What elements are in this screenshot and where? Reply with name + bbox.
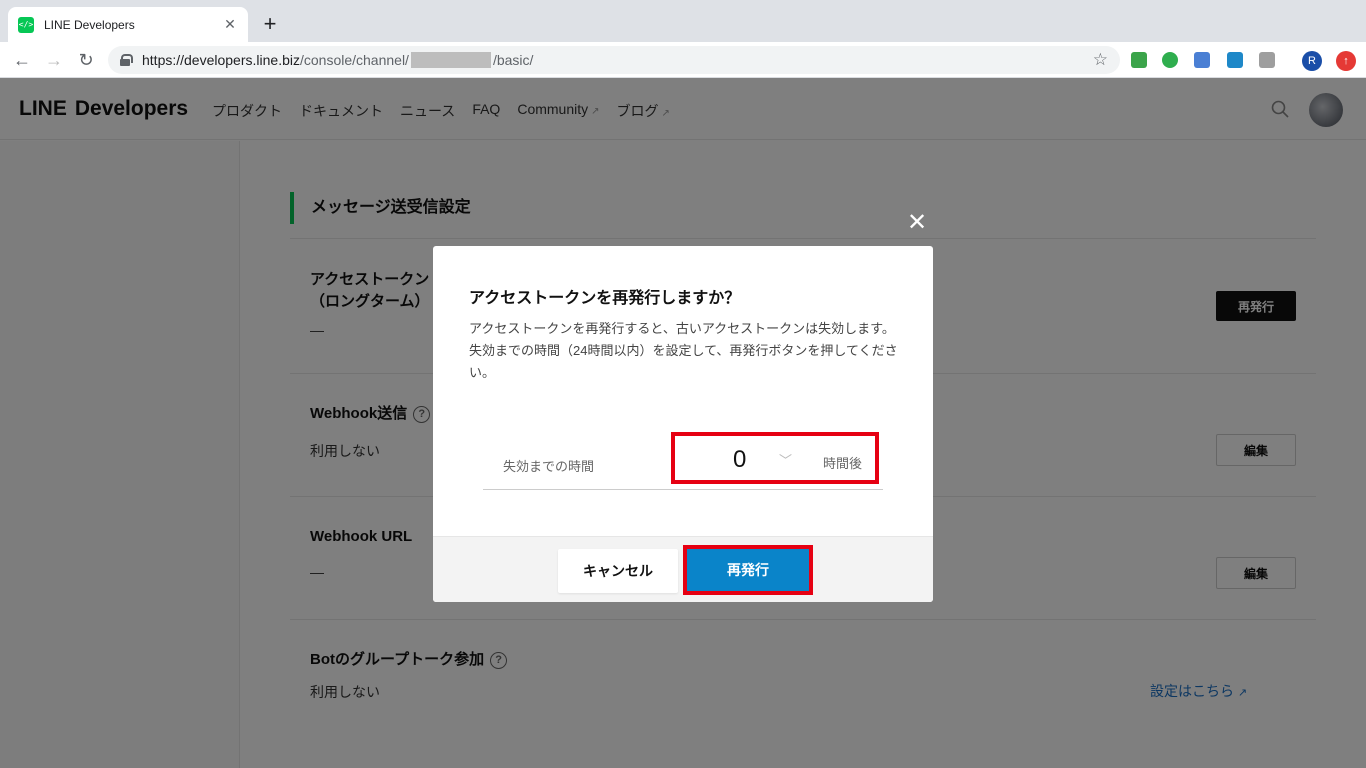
reissue-button[interactable]: 再発行 — [687, 549, 809, 591]
address-bar[interactable]: https://developers.line.biz/console/chan… — [108, 46, 1120, 74]
tab-close-icon[interactable]: ✕ — [222, 16, 238, 33]
cancel-button[interactable]: キャンセル — [558, 549, 678, 593]
dialog-description: アクセストークンを再発行すると、古いアクセストークンは失効します。 失効までの時… — [469, 318, 903, 384]
expiry-unit-label: 時間後 — [823, 456, 863, 471]
expiry-hours-select[interactable]: 0 ﹀ 時間後 — [671, 432, 879, 484]
dialog-footer: キャンセル 再発行 — [433, 536, 933, 602]
dialog-title: アクセストークンを再発行しますか？ — [469, 290, 741, 307]
tab-title: LINE Developers — [44, 17, 135, 32]
line-favicon-icon: </> — [18, 16, 34, 33]
reload-icon[interactable]: ↻ — [76, 50, 96, 70]
url-redacted-block — [410, 52, 491, 68]
url-host: https://developers.line.biz — [142, 52, 300, 68]
lock-icon — [120, 54, 133, 66]
url-path-prefix: /console/channel/ — [299, 52, 409, 68]
expiry-field: 失効までの時間 0 ﹀ 時間後 — [483, 432, 883, 490]
expiry-hours-value: 0 — [733, 446, 747, 473]
browser-tab[interactable]: </> LINE Developers ✕ — [8, 7, 248, 42]
reissue-button-highlight: 再発行 — [683, 545, 813, 595]
new-tab-button[interactable]: + — [258, 12, 282, 36]
url-path-suffix: /basic/ — [492, 52, 534, 68]
reissue-token-dialog: アクセストークンを再発行しますか？ アクセストークンを再発行すると、古いアクセス… — [433, 246, 933, 602]
chevron-down-icon: ﹀ — [779, 453, 793, 468]
m-extension-icon[interactable] — [1227, 52, 1243, 68]
bookmark-star-icon[interactable]: ☆ — [1093, 50, 1108, 70]
back-arrow-icon[interactable]: ← — [12, 50, 32, 70]
profile-avatar[interactable]: R — [1302, 51, 1322, 71]
dialog-description-line1: アクセストークンを再発行すると、古いアクセストークンは失効します。 — [469, 321, 895, 336]
camera-extension-icon[interactable] — [1259, 52, 1275, 68]
extension-check-icon[interactable] — [1162, 52, 1178, 68]
forward-arrow-icon[interactable]: → — [44, 50, 64, 70]
extension-puzzle-icon[interactable] — [1131, 52, 1147, 68]
dialog-description-line2: 失効までの時間（24時間以内）を設定して、再発行ボタンを押してください。 — [469, 343, 898, 380]
translate-extension-icon[interactable] — [1194, 52, 1210, 68]
modal-close-icon[interactable]: ✕ — [906, 211, 928, 235]
browser-toolbar: ← → ↻ https://developers.line.biz/consol… — [0, 42, 1366, 78]
update-menu-icon[interactable]: ↑ — [1336, 51, 1356, 71]
browser-tab-bar: </> LINE Developers ✕ + — [0, 0, 1366, 42]
expiry-field-label: 失効までの時間 — [503, 459, 595, 474]
